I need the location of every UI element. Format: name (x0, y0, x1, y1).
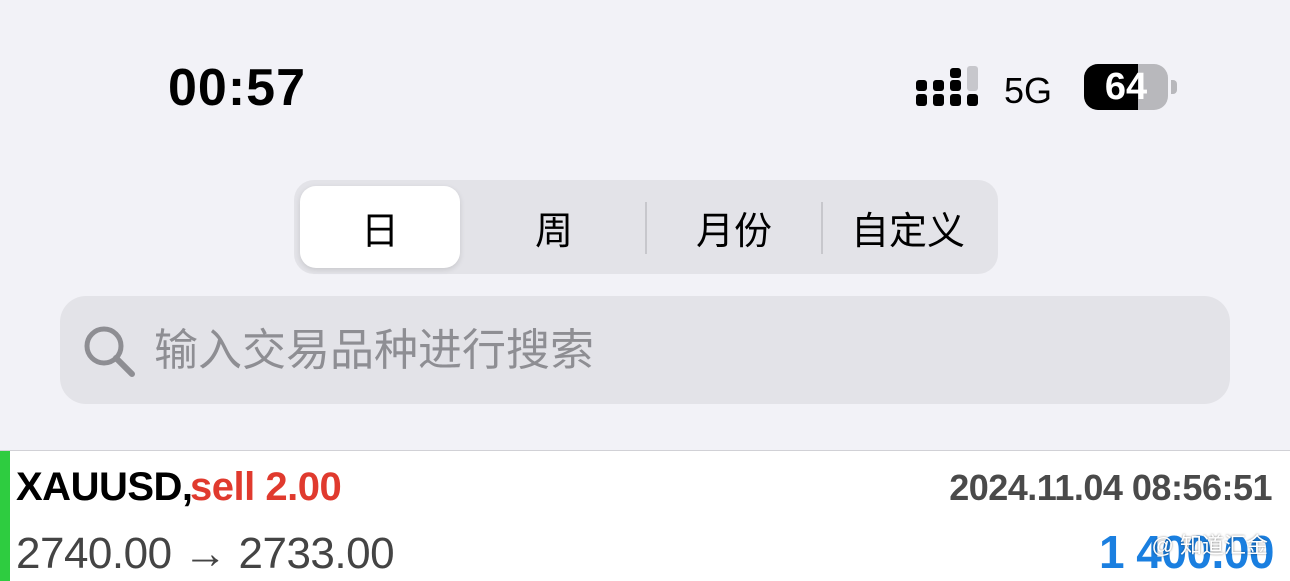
trade-time: 2024.11.04 08:56:51 (949, 467, 1272, 508)
network-type: 5G (1004, 70, 1053, 111)
tab-custom[interactable]: 自定义 (824, 186, 992, 268)
signal-bars-icon (916, 66, 978, 106)
battery-cap (1171, 80, 1177, 94)
status-time: 00:57 (168, 59, 306, 117)
trade-side: sell 2.00 (190, 465, 342, 509)
search-icon (84, 326, 135, 377)
segment-divider (821, 202, 823, 254)
trade-list: XAUUSD, sell 2.00 2024.11.04 08:56:51 27… (0, 450, 1290, 581)
tab-week[interactable]: 周 (466, 186, 642, 268)
tab-month[interactable]: 月份 (648, 186, 820, 268)
battery-icon: 64 (1084, 64, 1168, 110)
trade-symbol: XAUUSD, (16, 465, 193, 509)
trade-prices: 2740.00 → 2733.00 (16, 529, 395, 578)
search-input[interactable] (152, 322, 1196, 380)
tab-day[interactable]: 日 (300, 186, 460, 268)
battery-percent: 64 (1104, 65, 1148, 108)
watermark: @ 知道汇金 (1151, 533, 1268, 558)
trade-direction-bar (0, 451, 10, 581)
search-bar[interactable] (60, 296, 1230, 404)
period-segmented-control: 日 周 月份 自定义 (294, 180, 998, 274)
segment-divider (645, 202, 647, 254)
